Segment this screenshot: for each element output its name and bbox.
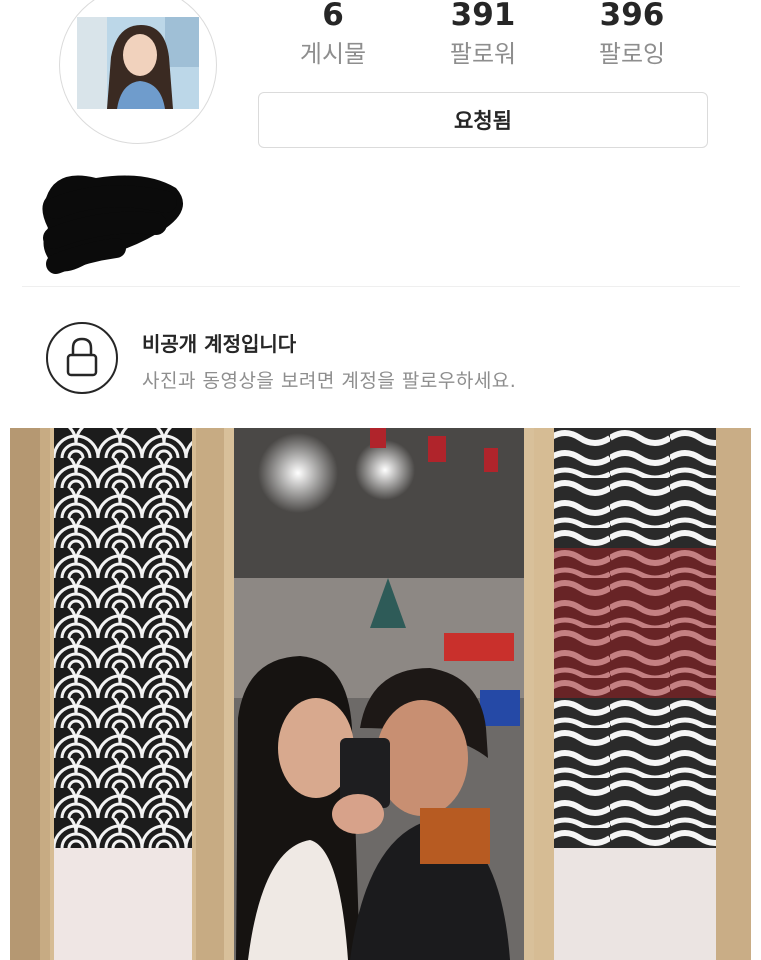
- lock-icon: [66, 337, 98, 377]
- mirror-selfie-photo: [10, 428, 751, 960]
- stat-following-label: 팔로잉: [598, 40, 666, 68]
- private-account-badge: [46, 322, 118, 394]
- profile-avatar[interactable]: [77, 17, 199, 109]
- redacted-name: [36, 168, 196, 292]
- private-account-description: 사진과 동영상을 보려면 계정을 팔로우하세요.: [142, 370, 517, 392]
- stat-posts-label: 게시물: [299, 40, 367, 68]
- private-account-title: 비공개 계정입니다: [142, 332, 297, 356]
- section-divider: [22, 286, 740, 287]
- stat-posts-count: 6: [322, 0, 344, 33]
- stat-posts: 6 게시물: [268, 0, 398, 72]
- stat-following[interactable]: 396 팔로잉: [567, 0, 697, 72]
- stat-followers-count: 391: [450, 0, 516, 33]
- requested-button[interactable]: 요청됨: [258, 92, 708, 148]
- stat-followers-label: 팔로워: [449, 40, 517, 68]
- stat-followers[interactable]: 391 팔로워: [418, 0, 548, 72]
- stat-following-count: 396: [599, 0, 665, 33]
